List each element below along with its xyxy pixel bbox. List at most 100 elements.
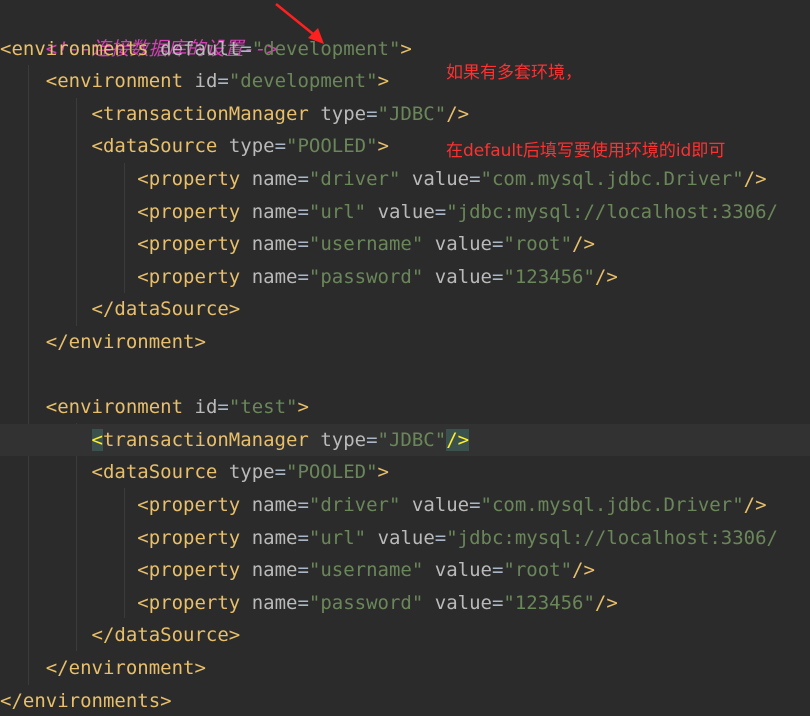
value-id: "development" [228, 70, 378, 93]
equals: = [297, 559, 309, 582]
tag-environment-open: <environment [45, 70, 184, 93]
equals: = [491, 233, 504, 256]
equals: = [434, 526, 447, 549]
attr-value: value [434, 233, 492, 256]
tag-property: <property [137, 265, 241, 288]
equals: = [297, 233, 309, 256]
tag-selfclose: /> [743, 168, 767, 190]
code-line[interactable] [0, 359, 810, 392]
attr-value: value [434, 265, 492, 288]
tag-bracket: > [377, 70, 390, 93]
equals: = [274, 461, 287, 484]
attr-type: type [228, 135, 275, 158]
code-line[interactable]: <dataSource type="POOLED"> [0, 456, 810, 489]
value-value: "jdbc:mysql://localhost:3306/ [446, 526, 778, 549]
tag-datasource-close: </dataSource> [91, 298, 241, 321]
tag-transaction-manager: transactionManager [102, 102, 309, 125]
code-line[interactable]: <property name="password" value="123456"… [0, 261, 810, 294]
attr-name: name [251, 494, 298, 516]
attr-value: value [377, 526, 435, 549]
code-line[interactable]: <environment id="test"> [0, 391, 810, 424]
tag-property: <property [137, 168, 241, 190]
annotation-arrow-icon [275, 3, 324, 44]
value-type: "JDBC" [377, 102, 447, 125]
code-line[interactable]: <property name="password" value="123456"… [0, 587, 810, 620]
code-line[interactable]: <property name="username" value="root"/> [0, 228, 810, 261]
tag-bracket: > [400, 37, 412, 60]
tag-transaction-manager: transactionManager [102, 428, 309, 451]
equals: = [240, 37, 252, 60]
tag-property: <property [137, 494, 241, 516]
code-editor[interactable]: <!--连接数据库的设置--> <environments default="d… [0, 0, 810, 716]
tag-environments-open: <environments [0, 37, 149, 60]
equals: = [274, 135, 287, 158]
equals: = [297, 265, 309, 288]
bracket-match: /> [446, 428, 470, 451]
equals: = [217, 70, 229, 93]
code-line-current[interactable]: <transactionManager type="JDBC"/> [0, 423, 810, 457]
tag-property: <property [137, 591, 241, 614]
value-type: "POOLED" [286, 135, 378, 158]
code-line[interactable]: <property name="driver" value="com.mysql… [0, 489, 810, 522]
equals: = [469, 494, 481, 516]
attr-name: name [251, 559, 298, 582]
tag-selfclose: /> [594, 591, 618, 614]
tag-datasource-close: </dataSource> [91, 624, 241, 647]
attr-type: type [320, 102, 367, 125]
tag-datasource-open: <dataSource [91, 461, 218, 484]
code-line[interactable]: <property name="username" value="root"/> [0, 554, 810, 587]
value-name: "url" [308, 526, 367, 549]
equals: = [434, 200, 447, 223]
attr-value: value [411, 494, 470, 516]
equals: = [491, 559, 504, 582]
tag-property: <property [137, 233, 241, 256]
tag-property: <property [137, 526, 241, 549]
tag-selfclose: /> [572, 559, 595, 582]
tag-bracket: > [377, 461, 389, 484]
code-line[interactable]: </environment> [0, 326, 810, 359]
code-line[interactable]: </dataSource> [0, 619, 810, 652]
value-name: "password" [308, 265, 424, 288]
code-line[interactable]: </environment> [0, 652, 810, 685]
value-name: "url" [308, 200, 367, 223]
tag-property: <property [137, 200, 241, 223]
tag-environment-open: <environment [45, 396, 184, 419]
tag-bracket: < [91, 102, 103, 125]
value-name: "password" [308, 591, 424, 614]
value-value: "com.mysql.jdbc.Driver" [480, 494, 744, 516]
equals: = [297, 200, 309, 223]
equals: = [491, 265, 504, 288]
value-type: "JDBC" [377, 428, 447, 451]
code-line[interactable]: </environments> [0, 685, 810, 716]
value-name: "username" [308, 559, 424, 582]
value-value: "123456" [503, 265, 595, 288]
attr-value: value [377, 200, 435, 223]
annotation-note: 如果有多套环境， 在default后填写要使用环境的id即可 [446, 8, 725, 216]
equals: = [217, 396, 229, 419]
value-name: "username" [308, 233, 424, 256]
value-name: "driver" [308, 168, 401, 190]
value-value: "123456" [503, 591, 595, 614]
value-id: "test" [228, 396, 298, 419]
tag-environment-close: </environment> [45, 657, 206, 679]
attr-type: type [320, 428, 367, 451]
tag-bracket: > [377, 135, 389, 158]
attr-name: name [251, 265, 298, 288]
value-type: "POOLED" [286, 461, 378, 484]
code-line[interactable]: </dataSource> [0, 293, 810, 326]
attr-name: name [251, 591, 298, 614]
tag-property: <property [137, 559, 241, 582]
attr-name: name [251, 168, 298, 190]
attr-name: name [251, 526, 298, 549]
attr-id: id [194, 70, 218, 93]
attr-default: default [160, 37, 241, 60]
value-value: "root" [503, 233, 573, 256]
equals: = [491, 591, 504, 614]
equals: = [297, 168, 309, 190]
equals: = [297, 591, 309, 614]
tag-datasource-open: <dataSource [91, 135, 218, 158]
code-line[interactable]: <property name="url" value="jdbc:mysql:/… [0, 522, 810, 555]
equals: = [366, 428, 378, 451]
tag-environment-close: </environment> [45, 331, 206, 353]
annotation-line-1: 如果有多套环境， [446, 63, 582, 83]
